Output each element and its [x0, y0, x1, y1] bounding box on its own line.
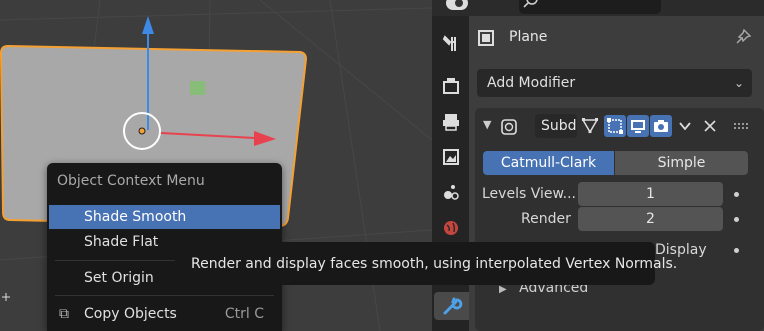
pin-icon[interactable]: [734, 28, 752, 50]
edit-cage-icon[interactable]: [579, 115, 601, 137]
menu-item-copy-objects[interactable]: ⧉ Copy Objects Ctrl C: [49, 302, 280, 326]
render-icon[interactable]: [437, 72, 465, 100]
menu-divider: [55, 295, 274, 296]
edit-mode-icon[interactable]: [604, 115, 626, 137]
add-modifier-dropdown[interactable]: Add Modifier ⌄: [477, 69, 752, 97]
chevron-down-icon: ⌄: [733, 76, 744, 90]
scene-icon[interactable]: [437, 178, 465, 206]
simple-option[interactable]: Simple: [615, 151, 748, 175]
copy-icon: ⧉: [59, 306, 69, 322]
catmull-clark-option[interactable]: Catmull-Clark: [483, 151, 614, 175]
modifier-name-field[interactable]: Subd: [535, 114, 577, 138]
context-menu-title: Object Context Menu: [57, 173, 205, 189]
world-icon[interactable]: [437, 214, 465, 242]
realtime-display-icon[interactable]: [627, 115, 649, 137]
levels-viewport-label: Levels View...: [482, 186, 576, 202]
tooltip: Render and display faces smooth, using i…: [175, 242, 677, 285]
render-levels-field[interactable]: 2: [578, 207, 723, 231]
menu-item-label: Copy Objects: [84, 306, 177, 322]
collapse-triangle-icon: ▶: [499, 284, 507, 295]
subdivision-modifier-icon: [500, 118, 518, 140]
search-icon: [523, 0, 538, 8]
toggle-pill-icon[interactable]: [446, 0, 468, 10]
object-name: Plane: [509, 29, 548, 45]
modifier-wrench-icon[interactable]: [434, 292, 469, 320]
keyframe-dot-icon[interactable]: [734, 192, 739, 197]
levels-viewport-field[interactable]: 1: [578, 182, 723, 206]
collapse-triangle-icon[interactable]: ▼: [483, 118, 491, 131]
render-levels-label: Render: [521, 211, 571, 227]
view-layer-icon[interactable]: [437, 143, 465, 171]
tool-icon[interactable]: [437, 30, 465, 58]
render-camera-icon[interactable]: [650, 115, 672, 137]
keyframe-dot-icon[interactable]: [734, 248, 739, 253]
keyframe-dot-icon[interactable]: [734, 217, 739, 222]
object-type-icon: [475, 26, 497, 50]
output-icon[interactable]: [437, 108, 465, 136]
chevron-down-icon[interactable]: [674, 115, 696, 137]
drag-handle-icon[interactable]: [730, 115, 752, 137]
close-icon[interactable]: [699, 115, 721, 137]
add-modifier-label: Add Modifier: [487, 75, 576, 91]
search-input[interactable]: [519, 0, 661, 14]
menu-item-shade-smooth[interactable]: Shade Smooth: [49, 205, 280, 229]
shortcut-label: Ctrl C: [224, 306, 264, 322]
